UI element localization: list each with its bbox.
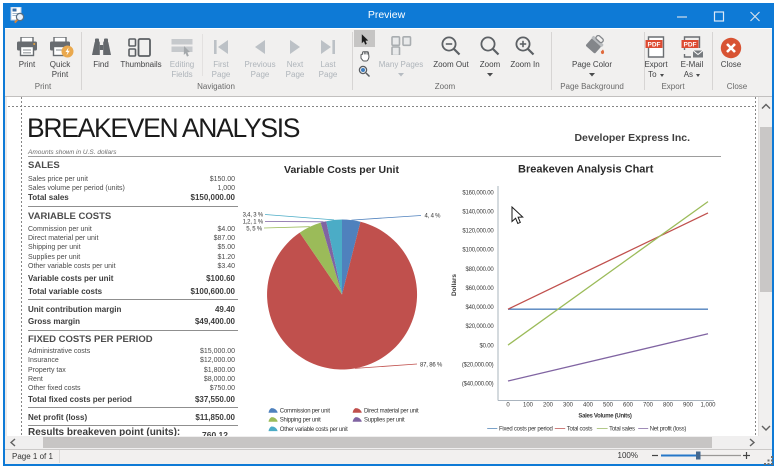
svg-text:1,000: 1,000	[700, 403, 716, 409]
svg-text:Breakeven Analysis Chart: Breakeven Analysis Chart	[518, 164, 654, 176]
svg-text:$100,000.00: $100,000.00	[462, 248, 494, 254]
svg-text:$20,000.00: $20,000.00	[465, 324, 494, 330]
svg-text:300: 300	[563, 403, 574, 409]
svg-text:4, 4 %: 4, 4 %	[425, 214, 442, 220]
svg-text:$40,000.00: $40,000.00	[465, 305, 494, 311]
svg-text:PDF: PDF	[648, 42, 661, 49]
svg-text:($20,000.00): ($20,000.00)	[462, 363, 494, 369]
svg-text:Commission per unit: Commission per unit	[280, 409, 331, 415]
svg-text:($40,000.00): ($40,000.00)	[462, 382, 494, 388]
svg-text:$60,000.00: $60,000.00	[465, 286, 494, 292]
svg-text:$140,000.00: $140,000.00	[462, 209, 494, 215]
svg-text:800: 800	[663, 403, 674, 409]
svg-text:PDF: PDF	[684, 42, 697, 49]
svg-text:600: 600	[623, 403, 634, 409]
svg-text:3,4, 3 %: 3,4, 3 %	[243, 213, 264, 219]
svg-text:Variable Costs per Unit: Variable Costs per Unit	[284, 164, 399, 176]
svg-text:400: 400	[583, 403, 594, 409]
svg-text:$120,000.00: $120,000.00	[462, 229, 494, 235]
svg-text:87, 86 %: 87, 86 %	[420, 363, 443, 369]
svg-text:$160,000.00: $160,000.00	[462, 190, 494, 196]
svg-text:5, 5 %: 5, 5 %	[246, 226, 263, 232]
svg-text:700: 700	[643, 403, 654, 409]
svg-text:Fixed costs per period: Fixed costs per period	[499, 427, 553, 433]
svg-text:100: 100	[523, 403, 534, 409]
svg-text:$0.00: $0.00	[479, 343, 494, 349]
svg-text:Supplies per unit: Supplies per unit	[364, 418, 405, 424]
svg-text:Sales Volume (Units): Sales Volume (Units)	[578, 414, 632, 420]
svg-text:1,2, 1 %: 1,2, 1 %	[243, 219, 264, 225]
svg-text:900: 900	[683, 403, 694, 409]
svg-text:Shipping per unit: Shipping per unit	[280, 418, 321, 424]
svg-text:Net profit (loss): Net profit (loss)	[650, 427, 687, 433]
svg-text:500: 500	[603, 403, 614, 409]
svg-text:Total sales: Total sales	[609, 427, 635, 433]
svg-text:0: 0	[506, 403, 510, 409]
svg-text:Total costs: Total costs	[567, 427, 593, 433]
svg-text:Direct material per unit: Direct material per unit	[364, 409, 419, 415]
svg-text:Dollars: Dollars	[451, 274, 458, 296]
svg-text:200: 200	[543, 403, 554, 409]
svg-text:Other variable costs per unit: Other variable costs per unit	[280, 427, 348, 433]
svg-text:$80,000.00: $80,000.00	[465, 267, 494, 273]
